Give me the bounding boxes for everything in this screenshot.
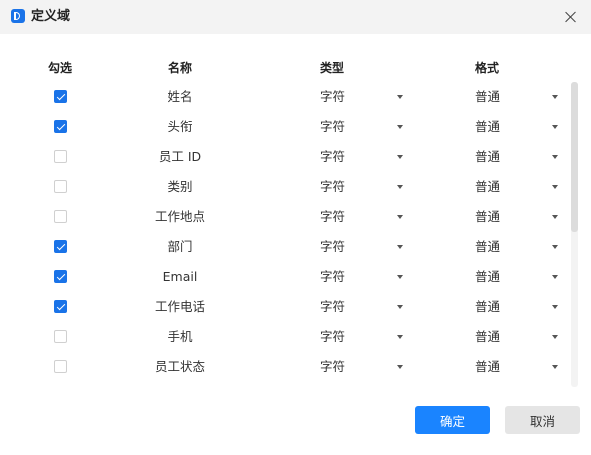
field-name: 头衔 [167,119,193,134]
type-dropdown-caret-icon[interactable] [397,215,403,219]
type-dropdown-caret-icon[interactable] [397,185,403,189]
field-name: Email [162,269,198,284]
table-row: 部门 字符 普通 [0,232,570,262]
type-dropdown-caret-icon[interactable] [397,125,403,129]
column-header-name: 名称 [168,61,193,75]
field-name: 类别 [167,179,193,194]
type-dropdown-caret-icon[interactable] [397,95,403,99]
dialog-titlebar: 定义域 [0,0,591,34]
type-select-value[interactable]: 字符 [320,328,345,346]
app-logo-icon [11,9,25,23]
format-dropdown-caret-icon[interactable] [552,185,558,189]
table-row: 工作电话 字符 普通 [0,292,570,322]
field-name: 工作电话 [154,299,205,314]
format-dropdown-caret-icon[interactable] [552,155,558,159]
type-dropdown-caret-icon[interactable] [397,155,403,159]
format-dropdown-caret-icon[interactable] [552,245,558,249]
format-dropdown-caret-icon[interactable] [552,275,558,279]
row-checkbox[interactable] [54,360,67,373]
dialog-title: 定义域 [31,9,71,24]
column-header-type: 类型 [320,61,345,75]
table-row: 头衔 字符 普通 [0,112,570,142]
format-select-value[interactable]: 普通 [475,268,500,286]
type-select-value[interactable]: 字符 [320,88,345,106]
format-dropdown-caret-icon[interactable] [552,335,558,339]
row-checkbox[interactable] [54,90,67,103]
table-row: 员工状态 字符 普通 [0,352,570,382]
format-select-value[interactable]: 普通 [475,88,500,106]
column-header-select: 勾选 [48,61,73,75]
type-dropdown-caret-icon[interactable] [397,245,403,249]
format-select-value[interactable]: 普通 [475,298,500,316]
field-name: 手机 [167,329,193,344]
field-name: 员工 ID [158,149,202,164]
type-dropdown-caret-icon[interactable] [397,305,403,309]
format-select-value[interactable]: 普通 [475,178,500,196]
type-select-value[interactable]: 字符 [320,238,345,256]
table-row: Email 字符 普通 [0,262,570,292]
row-checkbox[interactable] [54,150,67,163]
field-name: 姓名 [167,89,193,104]
type-dropdown-caret-icon[interactable] [397,335,403,339]
type-dropdown-caret-icon[interactable] [397,275,403,279]
table-row: 员工 ID 字符 普通 [0,142,570,172]
type-select-value[interactable]: 字符 [320,268,345,286]
row-checkbox[interactable] [54,330,67,343]
format-select-value[interactable]: 普通 [475,328,500,346]
row-checkbox[interactable] [54,120,67,133]
type-select-value[interactable]: 字符 [320,178,345,196]
row-checkbox[interactable] [54,300,67,313]
type-select-value[interactable]: 字符 [320,208,345,226]
row-checkbox[interactable] [54,270,67,283]
field-list: 姓名 字符 普通 头衔 字符 普通 员工 ID 字符 普通 类别 字符 普通 工作地点 字符 普通 部门 字符普… [0,82,570,387]
close-icon[interactable] [562,8,580,26]
table-row: 手机 字符 普通 [0,322,570,352]
type-select-value[interactable]: 字符 [320,298,345,316]
format-dropdown-caret-icon[interactable] [552,305,558,309]
column-header-format: 格式 [475,61,500,75]
scrollbar-thumb[interactable] [571,82,578,232]
format-dropdown-caret-icon[interactable] [552,95,558,99]
format-select-value[interactable]: 普通 [475,148,500,166]
type-select-value[interactable]: 字符 [320,148,345,166]
format-select-value[interactable]: 普通 [475,358,500,376]
field-name: 员工状态 [154,359,205,374]
format-select-value[interactable]: 普通 [475,118,500,136]
format-dropdown-caret-icon[interactable] [552,215,558,219]
format-dropdown-caret-icon[interactable] [552,365,558,369]
field-name: 部门 [167,239,193,254]
cancel-button[interactable]: 取消 [505,406,580,434]
table-row: 类别 字符 普通 [0,172,570,202]
row-checkbox[interactable] [54,180,67,193]
ok-button[interactable]: 确定 [415,406,490,434]
type-select-value[interactable]: 字符 [320,358,345,376]
row-checkbox[interactable] [54,210,67,223]
table-row: 工作地点 字符 普通 [0,202,570,232]
type-select-value[interactable]: 字符 [320,118,345,136]
define-domain-dialog: 定义域 勾选 名称 类型 格式 姓名 字符 普通 头衔 字符 普通 员工 ID 字符 普通 类别字… [0,0,591,455]
format-dropdown-caret-icon[interactable] [552,125,558,129]
scrollbar[interactable] [571,82,578,387]
table-header: 勾选 名称 类型 格式 [0,58,570,78]
format-select-value[interactable]: 普通 [475,238,500,256]
table-row: 姓名 字符 普通 [0,82,570,112]
field-name: 工作地点 [154,209,205,224]
format-select-value[interactable]: 普通 [475,208,500,226]
type-dropdown-caret-icon[interactable] [397,365,403,369]
row-checkbox[interactable] [54,240,67,253]
